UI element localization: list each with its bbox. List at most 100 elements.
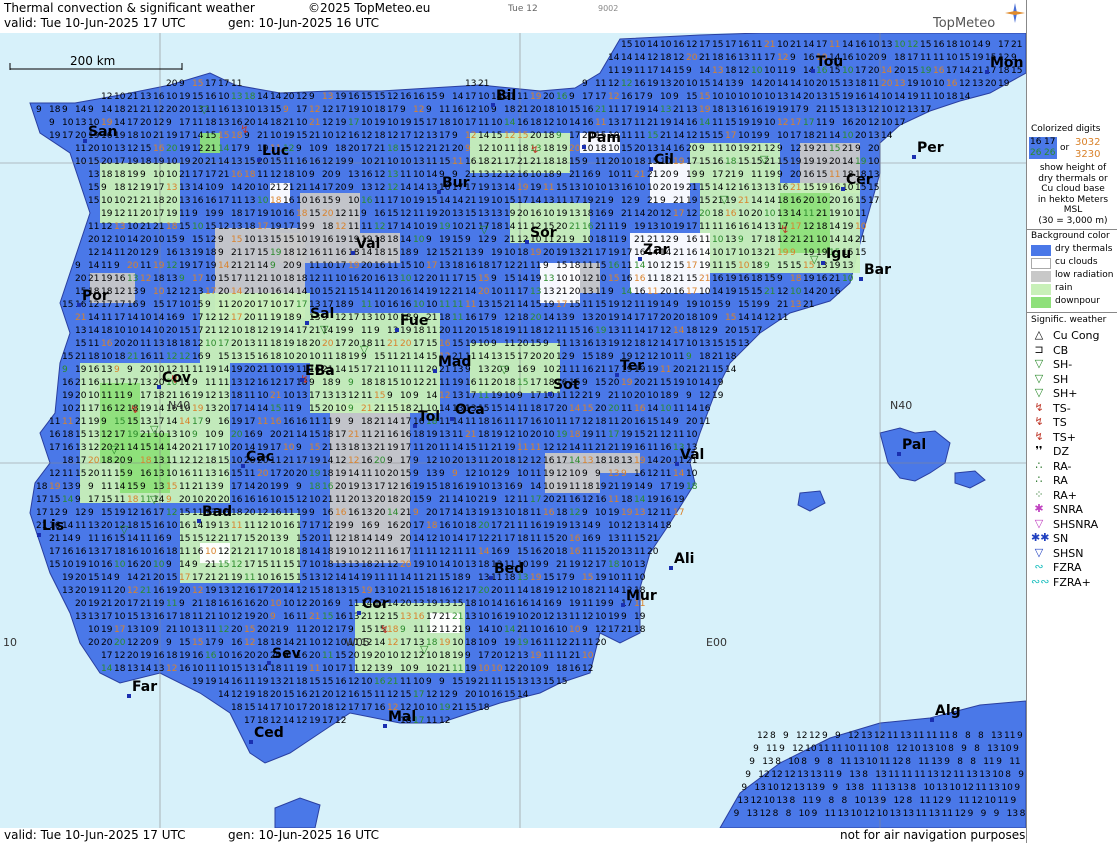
thermal-digit: 13 <box>699 339 710 349</box>
thermal-digit: 13 <box>530 287 541 297</box>
thermal-digit: 21 <box>738 196 749 206</box>
thermal-digit: 19 <box>88 586 100 596</box>
thermal-digit: 11 <box>179 209 190 219</box>
thermal-digit: 11 <box>452 326 463 336</box>
thermal-digit: 12 <box>504 313 515 323</box>
thermal-digit: 15 <box>543 677 554 687</box>
thermal-digit: 20 <box>816 79 828 89</box>
thermal-digit: 13 <box>569 521 580 531</box>
thermal-digit: 13 <box>861 731 872 741</box>
weather-legend-label: SH- <box>1053 358 1072 371</box>
thermal-digit: 9 <box>738 79 744 89</box>
thermal-digit: 11 <box>504 417 515 427</box>
weather-legend-item: ▽ SH <box>1029 372 1117 387</box>
thermal-digit: 10 <box>517 469 529 479</box>
drizzle-icon: ❜❜ <box>1031 444 1047 459</box>
thermal-digit: 20 <box>114 456 126 466</box>
thermal-digit: 19 <box>192 404 204 414</box>
thermal-digit: 16 <box>621 183 633 193</box>
thermal-digit: 16 <box>582 170 594 180</box>
thermal-digit: 14 <box>296 287 308 297</box>
thermal-digit: 15 <box>751 287 762 297</box>
thermal-digit: 10 <box>738 261 750 271</box>
thermal-digit: 16 <box>439 339 451 349</box>
thermal-digit: 17 <box>192 261 203 271</box>
thermal-digit: 20 <box>621 417 633 427</box>
thermal-digit: 17 <box>335 339 346 349</box>
city-label: EBa <box>305 363 335 379</box>
city-label: Ced <box>254 725 284 741</box>
thermal-digit: 9 <box>283 105 289 115</box>
thermal-digit: 18 <box>725 352 737 362</box>
thermal-digit: 14 <box>452 534 464 544</box>
thermal-digit: 20 <box>491 456 503 466</box>
thermal-digit: 11 <box>699 235 710 245</box>
thermal-digit: 9 <box>749 757 755 767</box>
city-marker <box>675 462 679 466</box>
thermal-digit: 12 <box>127 638 138 648</box>
weather-map[interactable]: 15 10 14 10 16 12 17 15 17 16 11 21 10 21 14 17 11 14 16 10… <box>0 33 1026 828</box>
thermal-digit: 15 <box>335 651 346 661</box>
thermal-digit: 20 <box>517 339 529 349</box>
thermal-digit: 9 <box>582 157 588 167</box>
thermal-digit: 17 <box>166 612 177 622</box>
thermal-digit: 20 <box>478 586 490 596</box>
thermal-digit: 21 <box>283 456 294 466</box>
thermal-digit: 9 <box>413 664 419 674</box>
thermal-digit: 19 <box>413 196 425 206</box>
thermal-digit: 13 <box>738 796 749 806</box>
city-marker <box>241 464 245 468</box>
thermal-digit: 12 <box>387 183 398 193</box>
thermal-digit: 12 <box>88 248 99 258</box>
thermal-digit: 13 <box>894 79 905 89</box>
thermal-digit: 18 <box>491 222 503 232</box>
thermal-digit: 10 <box>764 92 776 102</box>
thermal-digit: 21 <box>270 183 281 193</box>
thermal-digit: 14 <box>634 53 646 63</box>
thermal-digit: 11 <box>465 300 476 310</box>
thermal-digit: 21 <box>556 287 567 297</box>
thermal-digit: 9 <box>218 430 224 440</box>
thermal-digit: 17 <box>283 378 294 388</box>
thermal-digit: 15 <box>75 430 86 440</box>
thermal-digit: 14 <box>374 534 386 544</box>
thermal-digit: 16 <box>361 456 373 466</box>
background-legend-label: rain <box>1055 283 1072 293</box>
thermal-digit: 16 <box>192 196 204 206</box>
thermal-digit: 17 <box>413 521 424 531</box>
city-label: Por <box>82 288 109 304</box>
thermal-digit: 11 <box>478 118 489 128</box>
thermal-digit: 14 <box>140 664 152 674</box>
thermal-digit: 12 <box>374 612 385 622</box>
city-label: Pam <box>587 130 621 146</box>
thermal-digit: 19 <box>608 339 620 349</box>
thermal-digit: 11 <box>803 796 814 806</box>
colorized-desc-line: dry thermals or <box>1029 174 1117 185</box>
thermal-digit: 12 <box>892 757 903 767</box>
thermal-digit: 18 <box>361 560 373 570</box>
thermal-digit: 13 <box>374 664 385 674</box>
colorized-desc-line: (30 = 3,000 m) <box>1029 216 1117 227</box>
thermal-digit: 12 <box>205 391 216 401</box>
thermal-digit: 17 <box>114 430 125 440</box>
thermal-digit: 15 <box>777 261 788 271</box>
thermal-digit: 10 <box>400 391 412 401</box>
thermal-digit: 10 <box>413 261 425 271</box>
thermal-digit: 15 <box>595 261 606 271</box>
thermal-digit: 16 <box>530 547 542 557</box>
thermal-digit: 15 <box>959 53 970 63</box>
thermal-digit: 17 <box>88 495 99 505</box>
thermal-digit: 14 <box>673 326 685 336</box>
thermal-digit: 19 <box>686 196 698 206</box>
city-marker <box>267 661 271 665</box>
thermal-digit: 13 <box>335 391 346 401</box>
thermal-digit: 17 <box>179 573 190 583</box>
thermal-digit: 14 <box>400 573 412 583</box>
thermal-digit: 20 <box>660 313 672 323</box>
thermal-digit: 21 <box>205 144 216 154</box>
thermal-digit: 10 <box>621 391 633 401</box>
thermal-digit: 10 <box>712 235 724 245</box>
thermal-digit: 9 <box>595 391 601 401</box>
thermal-digit: 16 <box>855 40 867 50</box>
thermal-digit: 9 <box>374 521 380 531</box>
